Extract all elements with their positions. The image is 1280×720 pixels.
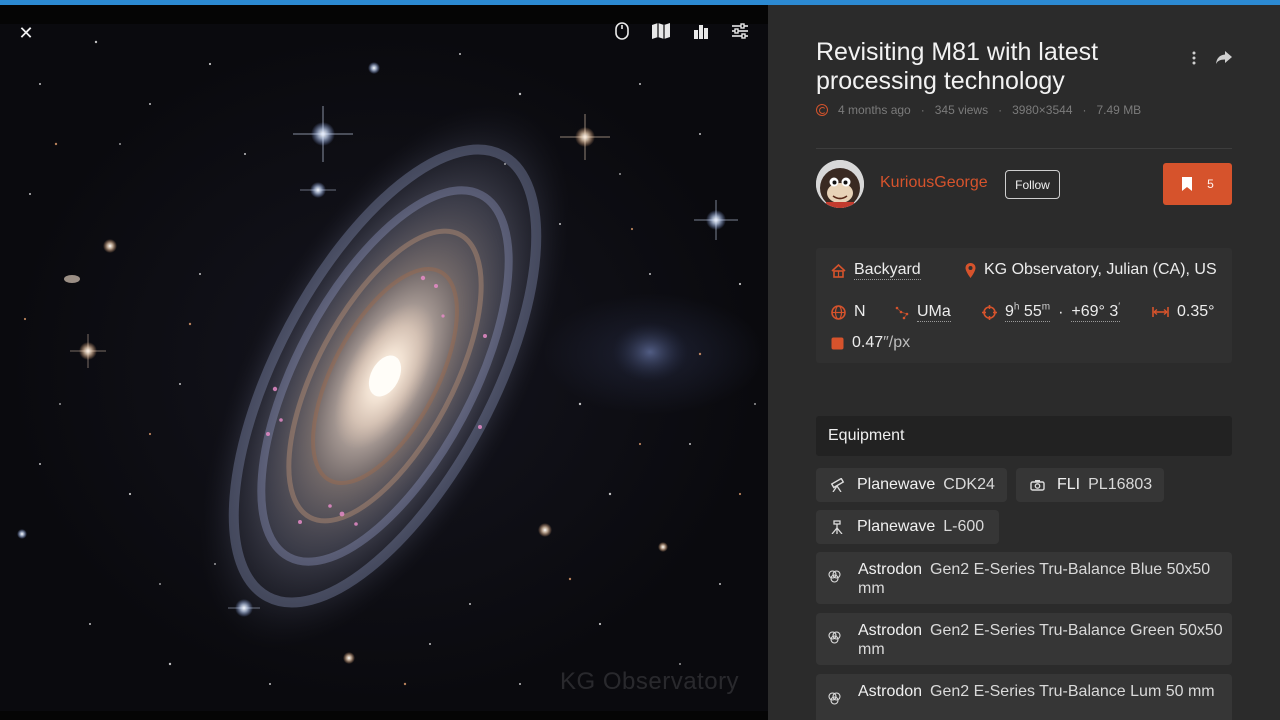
filter-icon	[828, 570, 842, 588]
photo-age: 4 months ago	[838, 103, 911, 117]
viewer-bottom-band	[0, 711, 768, 720]
backyard-icon	[831, 263, 846, 278]
site-location-text: KG Observatory, Julian (CA), US	[984, 261, 1217, 278]
map-pin-icon	[965, 262, 976, 278]
image-viewer[interactable]: ✕ KG Observatory	[0, 5, 768, 720]
annotations-button[interactable]	[645, 15, 677, 47]
avatar[interactable]	[816, 160, 864, 208]
field-of-view-text: 0.35°	[1177, 303, 1215, 320]
author-name-link[interactable]: KuriousGeorge	[880, 174, 988, 192]
pixel-square-icon	[831, 337, 844, 350]
photo-views: 345 views	[934, 103, 989, 117]
bookmark-count: 5	[1207, 177, 1214, 191]
field-width-icon	[1152, 306, 1169, 318]
close-viewer-button[interactable]: ✕	[12, 19, 40, 47]
creative-commons-icon	[816, 104, 828, 116]
constellation-link[interactable]: UMa	[917, 303, 951, 322]
telescope-icon	[828, 478, 846, 492]
bookmark-icon	[1182, 177, 1193, 191]
share-arrow-icon	[1216, 51, 1232, 64]
photo-meta: 4 months ago · 345 views · 3980×3544 · 7…	[816, 103, 1141, 117]
map-icon	[652, 23, 670, 39]
bookmark-button[interactable]: 5	[1163, 163, 1232, 205]
equipment-item-mount[interactable]: Planewave L-600	[816, 510, 999, 544]
meta-separator: ·	[1082, 103, 1087, 117]
astrophoto-m81[interactable]	[0, 24, 768, 711]
page-title: Revisiting M81 with latest processing te…	[816, 38, 1099, 95]
equipment-item-filter-blue[interactable]: Astrodon Gen2 E-Series Tru-Balance Blue 5…	[816, 552, 1232, 604]
info-panel: Revisiting M81 with latest processing te…	[768, 5, 1280, 720]
equipment-item-filter-green[interactable]: Astrodon Gen2 E-Series Tru-Balance Green …	[816, 613, 1232, 665]
pixel-scale: 0.47 ″/px	[831, 334, 910, 352]
avatar-image	[816, 160, 864, 208]
globe-icon	[831, 304, 846, 320]
histogram-button[interactable]	[685, 15, 717, 47]
more-options-button[interactable]	[1181, 45, 1207, 71]
meta-separator: ·	[998, 103, 1003, 117]
mount-icon	[828, 520, 846, 534]
sliders-icon	[732, 23, 748, 39]
coordinates: 9h 55m · +69° 3′	[982, 302, 1121, 322]
astrophoto-image	[17, 40, 756, 686]
pixel-scale-value: 0.47	[852, 334, 884, 351]
photo-resolution: 3980×3544	[1012, 103, 1073, 117]
adjustments-button[interactable]	[724, 15, 756, 47]
equipment-item-telescope[interactable]: Planewave CDK24	[816, 468, 1007, 502]
equipment-item-filter-lum[interactable]: Astrodon Gen2 E-Series Tru-Balance Lum 50…	[816, 674, 1232, 720]
site-type: Backyard	[831, 261, 921, 280]
photo-file-size: 7.49 MB	[1096, 103, 1142, 117]
equipment-item-camera[interactable]: FLI PL16803	[1016, 468, 1164, 502]
right-ascension-link[interactable]: 9h 55m	[1005, 302, 1051, 322]
declination-link[interactable]: +69° 3′	[1071, 302, 1121, 322]
filter-icon	[828, 631, 842, 649]
field-of-view: 0.35°	[1152, 303, 1215, 321]
camera-icon	[1028, 479, 1046, 491]
hemisphere: N	[831, 303, 866, 321]
follow-button[interactable]: Follow	[1005, 170, 1060, 199]
hemisphere-text: N	[854, 303, 866, 320]
constellation: UMa	[895, 303, 951, 322]
section-divider	[816, 148, 1232, 149]
filter-icon	[828, 692, 842, 710]
watermark: KG Observatory	[560, 668, 740, 695]
meta-separator: ·	[920, 103, 925, 117]
pixel-scale-unit: ″/px	[883, 334, 911, 351]
site-location: KG Observatory, Julian (CA), US	[965, 261, 1217, 279]
vertical-dots-icon	[1192, 51, 1196, 65]
crosshair-icon	[982, 305, 997, 320]
constellation-icon	[895, 306, 909, 320]
mouse-hover-button[interactable]	[606, 15, 638, 47]
equipment-header: Equipment	[816, 416, 1232, 456]
coord-separator: ·	[1058, 303, 1064, 321]
mouse-icon	[615, 22, 629, 40]
share-button[interactable]	[1211, 45, 1237, 71]
site-type-link[interactable]: Backyard	[854, 261, 921, 280]
bar-chart-icon	[694, 25, 708, 39]
